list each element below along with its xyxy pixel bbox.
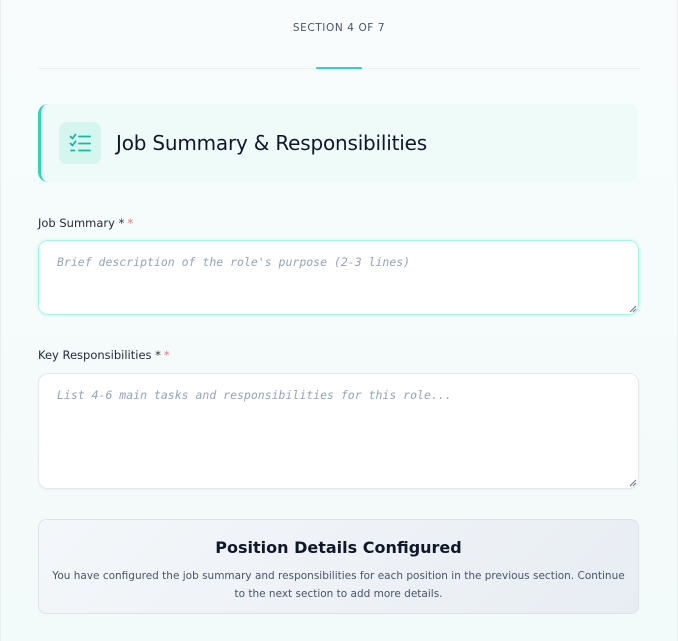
key-responsibilities-label: Key Responsibilities * * xyxy=(38,348,170,362)
resize-grip-icon[interactable] xyxy=(629,305,637,313)
key-responsibilities-label-text: Key Responsibilities xyxy=(38,348,152,362)
info-card-title: Position Details Configured xyxy=(215,538,462,557)
job-summary-label: Job Summary * * xyxy=(38,216,133,230)
required-marker-red: * xyxy=(163,348,170,362)
job-summary-label-text: Job Summary xyxy=(38,216,115,230)
required-marker: * xyxy=(155,348,161,362)
progress-divider-accent xyxy=(316,67,362,69)
job-summary-textarea[interactable] xyxy=(38,240,639,315)
section-header: Job Summary & Responsibilities xyxy=(38,104,638,182)
key-responsibilities-textarea[interactable] xyxy=(38,373,639,489)
section-title: Job Summary & Responsibilities xyxy=(116,131,427,155)
required-marker: * xyxy=(118,216,125,230)
resize-grip-icon[interactable] xyxy=(629,479,637,487)
info-card-text: You have configured the job summary and … xyxy=(52,570,625,600)
section-progress-label: SECTION 4 OF 7 xyxy=(292,22,386,34)
required-marker-red: * xyxy=(127,216,134,230)
list-checks-icon xyxy=(59,122,101,164)
position-details-info-card: Position Details Configured You have con… xyxy=(38,519,639,614)
page-left-edge xyxy=(0,0,1,641)
